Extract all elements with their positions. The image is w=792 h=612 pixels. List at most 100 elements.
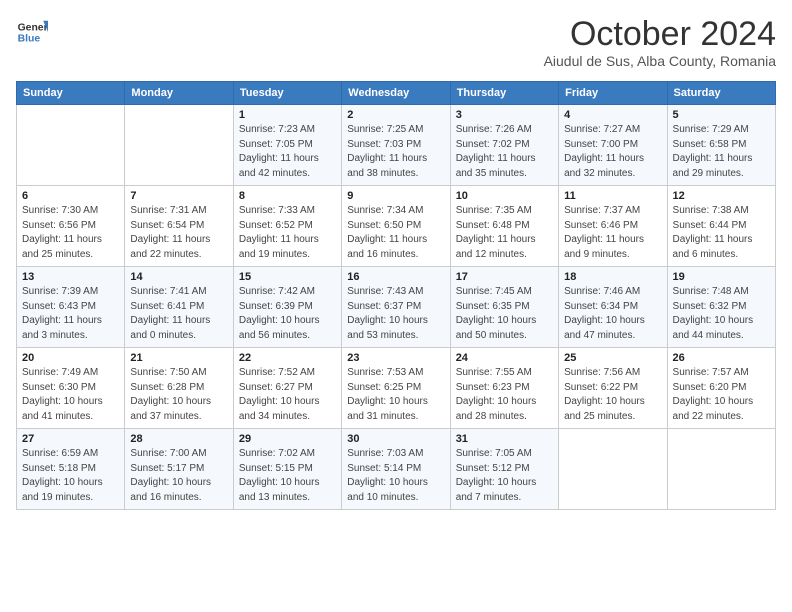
day-number: 3 bbox=[456, 109, 553, 121]
day-info: Sunrise: 7:35 AM Sunset: 6:48 PM Dayligh… bbox=[456, 204, 553, 262]
day-number: 12 bbox=[673, 190, 770, 202]
calendar-cell bbox=[667, 429, 775, 510]
calendar-cell: 15Sunrise: 7:42 AM Sunset: 6:39 PM Dayli… bbox=[233, 267, 341, 348]
calendar-cell: 16 Sunrise: 7:43 AM Sunset: 6:37 PM Dayli… bbox=[342, 267, 450, 348]
day-info: Sunrise: 7:37 AM Sunset: 6:46 PM Dayligh… bbox=[564, 204, 661, 262]
calendar-cell: 13 Sunrise: 7:39 AM Sunset: 6:43 PM Dayli… bbox=[17, 267, 125, 348]
col-header-friday: Friday bbox=[559, 82, 667, 105]
calendar-cell: 7Sunrise: 7:31 AM Sunset: 6:54 PM Daylig… bbox=[125, 186, 233, 267]
calendar-cell: 4Sunrise: 7:27 AM Sunset: 7:00 PM Daylig… bbox=[559, 105, 667, 186]
day-number: 10 bbox=[456, 190, 553, 202]
day-number: 19 bbox=[673, 271, 770, 283]
day-number: 2 bbox=[347, 109, 444, 121]
day-number: 1 bbox=[239, 109, 336, 121]
day-info: Sunrise: 7:55 AM Sunset: 6:23 PM Dayligh… bbox=[456, 366, 553, 424]
day-info: Sunrise: 7:30 AM Sunset: 6:56 PM Dayligh… bbox=[22, 204, 119, 262]
day-number: 20 bbox=[22, 352, 119, 364]
day-info: Sunrise: 7:46 AM Sunset: 6:34 PM Dayligh… bbox=[564, 285, 661, 343]
day-number: 17 bbox=[456, 271, 553, 283]
day-info: Sunrise: 7:00 AM Sunset: 5:17 PM Dayligh… bbox=[130, 447, 227, 505]
calendar-cell: 25 Sunrise: 7:56 AM Sunset: 6:22 PM Dayli… bbox=[559, 348, 667, 429]
calendar-cell bbox=[17, 105, 125, 186]
logo: General Blue General Blue bbox=[16, 16, 48, 48]
day-number: 24 bbox=[456, 352, 553, 364]
day-info: Sunrise: 7:45 AM Sunset: 6:35 PM Dayligh… bbox=[456, 285, 553, 343]
calendar-cell bbox=[125, 105, 233, 186]
day-info: Sunrise: 7:02 AM Sunset: 5:15 PM Dayligh… bbox=[239, 447, 336, 505]
day-info: Sunrise: 7:48 AM Sunset: 6:32 PM Dayligh… bbox=[673, 285, 770, 343]
day-info: Sunrise: 7:05 AM Sunset: 5:12 PM Dayligh… bbox=[456, 447, 553, 505]
calendar-cell: 2 Sunrise: 7:25 AM Sunset: 7:03 PM Daylig… bbox=[342, 105, 450, 186]
day-info: Sunrise: 7:31 AM Sunset: 6:54 PM Dayligh… bbox=[130, 204, 227, 262]
calendar-cell: 27Sunrise: 6:59 AM Sunset: 5:18 PM Dayli… bbox=[17, 429, 125, 510]
calendar-cell bbox=[559, 429, 667, 510]
week-row-3: 13 Sunrise: 7:39 AM Sunset: 6:43 PM Dayli… bbox=[17, 267, 776, 348]
day-number: 8 bbox=[239, 190, 336, 202]
day-number: 21 bbox=[130, 352, 227, 364]
title-block: October 2024 Aiudul de Sus, Alba County,… bbox=[544, 16, 776, 69]
calendar-cell: 19 Sunrise: 7:48 AM Sunset: 6:32 PM Dayli… bbox=[667, 267, 775, 348]
day-info: Sunrise: 7:42 AM Sunset: 6:39 PM Dayligh… bbox=[239, 285, 336, 343]
day-info: Sunrise: 7:26 AM Sunset: 7:02 PM Dayligh… bbox=[456, 123, 553, 181]
calendar-cell: 1 Sunrise: 7:23 AM Sunset: 7:05 PM Daylig… bbox=[233, 105, 341, 186]
day-info: Sunrise: 7:33 AM Sunset: 6:52 PM Dayligh… bbox=[239, 204, 336, 262]
day-number: 25 bbox=[564, 352, 661, 364]
page-header: General Blue General Blue October 2024 A… bbox=[16, 16, 776, 69]
day-info: Sunrise: 6:59 AM Sunset: 5:18 PM Dayligh… bbox=[22, 447, 119, 505]
day-info: Sunrise: 7:43 AM Sunset: 6:37 PM Dayligh… bbox=[347, 285, 444, 343]
day-number: 5 bbox=[673, 109, 770, 121]
day-info: Sunrise: 7:57 AM Sunset: 6:20 PM Dayligh… bbox=[673, 366, 770, 424]
day-number: 26 bbox=[673, 352, 770, 364]
col-header-thursday: Thursday bbox=[450, 82, 558, 105]
calendar-cell: 28 Sunrise: 7:00 AM Sunset: 5:17 PM Dayli… bbox=[125, 429, 233, 510]
col-header-saturday: Saturday bbox=[667, 82, 775, 105]
calendar-cell: 5 Sunrise: 7:29 AM Sunset: 6:58 PM Daylig… bbox=[667, 105, 775, 186]
day-number: 31 bbox=[456, 433, 553, 445]
calendar-cell: 12 Sunrise: 7:38 AM Sunset: 6:44 PM Dayli… bbox=[667, 186, 775, 267]
calendar-cell: 22 Sunrise: 7:52 AM Sunset: 6:27 PM Dayli… bbox=[233, 348, 341, 429]
week-row-4: 20Sunrise: 7:49 AM Sunset: 6:30 PM Dayli… bbox=[17, 348, 776, 429]
calendar-cell: 18 Sunrise: 7:46 AM Sunset: 6:34 PM Dayli… bbox=[559, 267, 667, 348]
day-info: Sunrise: 7:38 AM Sunset: 6:44 PM Dayligh… bbox=[673, 204, 770, 262]
day-info: Sunrise: 7:52 AM Sunset: 6:27 PM Dayligh… bbox=[239, 366, 336, 424]
calendar-cell: 26 Sunrise: 7:57 AM Sunset: 6:20 PM Dayli… bbox=[667, 348, 775, 429]
col-header-sunday: Sunday bbox=[17, 82, 125, 105]
svg-text:Blue: Blue bbox=[18, 34, 41, 45]
day-number: 14 bbox=[130, 271, 227, 283]
calendar-cell: 29 Sunrise: 7:02 AM Sunset: 5:15 PM Dayli… bbox=[233, 429, 341, 510]
calendar-cell: 23Sunrise: 7:53 AM Sunset: 6:25 PM Dayli… bbox=[342, 348, 450, 429]
svg-text:General: General bbox=[18, 22, 48, 33]
day-info: Sunrise: 7:27 AM Sunset: 7:00 PM Dayligh… bbox=[564, 123, 661, 181]
day-info: Sunrise: 7:25 AM Sunset: 7:03 PM Dayligh… bbox=[347, 123, 444, 181]
day-info: Sunrise: 7:41 AM Sunset: 6:41 PM Dayligh… bbox=[130, 285, 227, 343]
day-number: 18 bbox=[564, 271, 661, 283]
logo-icon: General Blue bbox=[16, 16, 48, 48]
day-number: 11 bbox=[564, 190, 661, 202]
day-number: 28 bbox=[130, 433, 227, 445]
day-number: 23 bbox=[347, 352, 444, 364]
day-info: Sunrise: 7:39 AM Sunset: 6:43 PM Dayligh… bbox=[22, 285, 119, 343]
day-info: Sunrise: 7:56 AM Sunset: 6:22 PM Dayligh… bbox=[564, 366, 661, 424]
day-info: Sunrise: 7:03 AM Sunset: 5:14 PM Dayligh… bbox=[347, 447, 444, 505]
calendar-cell: 21Sunrise: 7:50 AM Sunset: 6:28 PM Dayli… bbox=[125, 348, 233, 429]
day-number: 13 bbox=[22, 271, 119, 283]
calendar-cell: 30Sunrise: 7:03 AM Sunset: 5:14 PM Dayli… bbox=[342, 429, 450, 510]
col-header-tuesday: Tuesday bbox=[233, 82, 341, 105]
calendar-cell: 9Sunrise: 7:34 AM Sunset: 6:50 PM Daylig… bbox=[342, 186, 450, 267]
week-row-1: 1 Sunrise: 7:23 AM Sunset: 7:05 PM Daylig… bbox=[17, 105, 776, 186]
day-info: Sunrise: 7:29 AM Sunset: 6:58 PM Dayligh… bbox=[673, 123, 770, 181]
day-number: 16 bbox=[347, 271, 444, 283]
week-row-2: 6 Sunrise: 7:30 AM Sunset: 6:56 PM Daylig… bbox=[17, 186, 776, 267]
day-number: 6 bbox=[22, 190, 119, 202]
calendar-table: SundayMondayTuesdayWednesdayThursdayFrid… bbox=[16, 81, 776, 510]
day-number: 22 bbox=[239, 352, 336, 364]
calendar-cell: 10 Sunrise: 7:35 AM Sunset: 6:48 PM Dayli… bbox=[450, 186, 558, 267]
day-number: 9 bbox=[347, 190, 444, 202]
calendar-cell: 14 Sunrise: 7:41 AM Sunset: 6:41 PM Dayli… bbox=[125, 267, 233, 348]
location-title: Aiudul de Sus, Alba County, Romania bbox=[544, 53, 776, 69]
calendar-cell: 3 Sunrise: 7:26 AM Sunset: 7:02 PM Daylig… bbox=[450, 105, 558, 186]
day-info: Sunrise: 7:23 AM Sunset: 7:05 PM Dayligh… bbox=[239, 123, 336, 181]
day-number: 29 bbox=[239, 433, 336, 445]
calendar-cell: 17 Sunrise: 7:45 AM Sunset: 6:35 PM Dayli… bbox=[450, 267, 558, 348]
calendar-cell: 20Sunrise: 7:49 AM Sunset: 6:30 PM Dayli… bbox=[17, 348, 125, 429]
